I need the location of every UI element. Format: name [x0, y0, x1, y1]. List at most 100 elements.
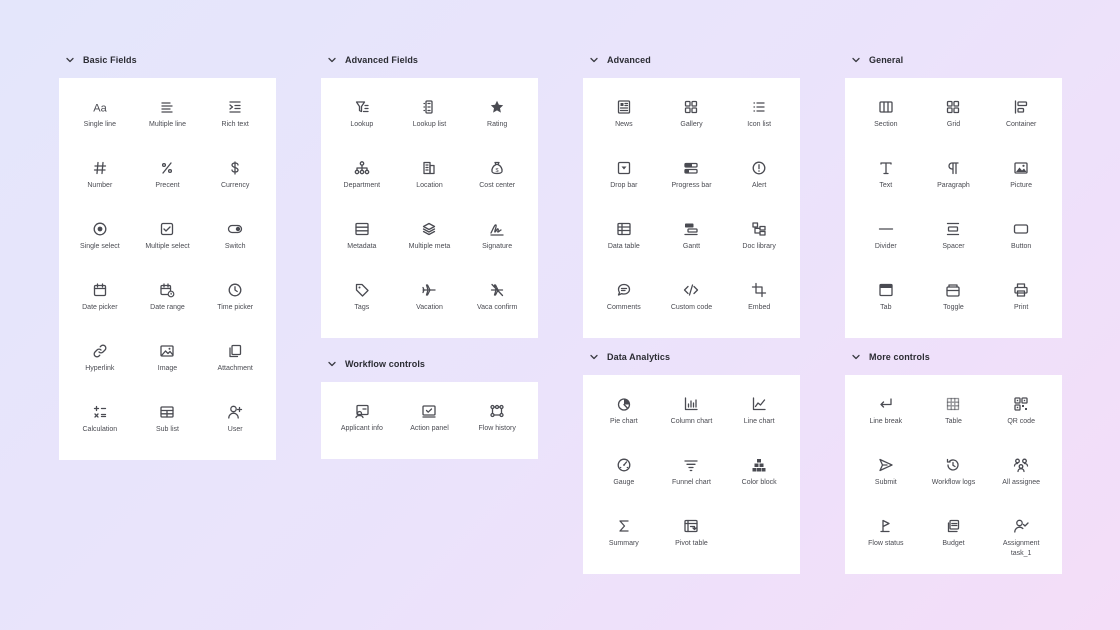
- group-title: Basic Fields: [83, 55, 137, 65]
- component-icon-list[interactable]: Icon list: [725, 88, 793, 149]
- chevron-down-icon[interactable]: [327, 359, 337, 369]
- component-qr-code[interactable]: QR code: [987, 385, 1055, 446]
- component-precent[interactable]: Precent: [134, 149, 202, 210]
- component-rating[interactable]: Rating: [463, 88, 531, 149]
- group-header[interactable]: Workflow controls: [327, 354, 538, 374]
- component-funnel-chart[interactable]: Funnel chart: [658, 446, 726, 507]
- component-gallery[interactable]: Gallery: [658, 88, 726, 149]
- component-multiple-select[interactable]: Multiple select: [134, 210, 202, 271]
- applicant-icon: [354, 403, 370, 419]
- component-metadata[interactable]: Metadata: [328, 210, 396, 271]
- component-number[interactable]: Number: [66, 149, 134, 210]
- star-icon: [489, 99, 505, 115]
- group-header[interactable]: More controls: [851, 347, 1062, 367]
- component-line-break[interactable]: Line break: [852, 385, 920, 446]
- component-pivot-table[interactable]: Pivot table: [658, 507, 726, 568]
- chevron-down-icon[interactable]: [589, 55, 599, 65]
- component-column-chart[interactable]: Column chart: [658, 385, 726, 446]
- component-switch[interactable]: Switch: [201, 210, 269, 271]
- component-gauge[interactable]: Gauge: [590, 446, 658, 507]
- copy-icon: [227, 343, 243, 359]
- component-flow-status[interactable]: Flow status: [852, 507, 920, 568]
- component-single-line[interactable]: Aa Single line: [66, 88, 134, 149]
- component-user[interactable]: User: [201, 393, 269, 454]
- component-applicant-info[interactable]: Applicant info: [328, 392, 396, 453]
- component-assignment-task-1[interactable]: Assignment task_1: [987, 507, 1055, 568]
- component-paragraph[interactable]: Paragraph: [920, 149, 988, 210]
- component-date-picker[interactable]: Date picker: [66, 271, 134, 332]
- component-custom-code[interactable]: Custom code: [658, 271, 726, 332]
- doc-library-icon: [751, 221, 767, 237]
- component-sub-list[interactable]: Sub list: [134, 393, 202, 454]
- component-rich-text[interactable]: Rich text: [201, 88, 269, 149]
- component-news[interactable]: News: [590, 88, 658, 149]
- action-panel-icon: [421, 403, 437, 419]
- component-action-panel[interactable]: Action panel: [396, 392, 464, 453]
- component-pie-chart[interactable]: Pie chart: [590, 385, 658, 446]
- component-doc-library[interactable]: Doc library: [725, 210, 793, 271]
- component-text[interactable]: Text: [852, 149, 920, 210]
- component-summary[interactable]: Summary: [590, 507, 658, 568]
- component-container[interactable]: Container: [987, 88, 1055, 149]
- group-header[interactable]: General: [851, 50, 1062, 70]
- component-spacer[interactable]: Spacer: [920, 210, 988, 271]
- picture-icon: [1013, 160, 1029, 176]
- component-attachment[interactable]: Attachment: [201, 332, 269, 393]
- component-all-assignee[interactable]: All assignee: [987, 446, 1055, 507]
- component-tab[interactable]: Tab: [852, 271, 920, 332]
- chevron-down-icon[interactable]: [851, 55, 861, 65]
- component-button[interactable]: Button: [987, 210, 1055, 271]
- component-picture[interactable]: Picture: [987, 149, 1055, 210]
- component-department[interactable]: Department: [328, 149, 396, 210]
- component-color-block[interactable]: Color block: [725, 446, 793, 507]
- component-toggle[interactable]: Toggle: [920, 271, 988, 332]
- component-submit[interactable]: Submit: [852, 446, 920, 507]
- component-multiple-meta[interactable]: Multiple meta: [396, 210, 464, 271]
- chevron-down-icon[interactable]: [851, 352, 861, 362]
- component-table[interactable]: Table: [920, 385, 988, 446]
- component-time-picker[interactable]: Time picker: [201, 271, 269, 332]
- component-grid[interactable]: Grid: [920, 88, 988, 149]
- chevron-down-icon[interactable]: [589, 352, 599, 362]
- component-tags[interactable]: Tags: [328, 271, 396, 332]
- component-workflow-logs[interactable]: Workflow logs: [920, 446, 988, 507]
- component-comments[interactable]: Comments: [590, 271, 658, 332]
- component-budget[interactable]: Budget: [920, 507, 988, 568]
- component-image[interactable]: Image: [134, 332, 202, 393]
- component-vacation[interactable]: Vacation: [396, 271, 464, 332]
- component-drop-bar[interactable]: Drop bar: [590, 149, 658, 210]
- group-header[interactable]: Basic Fields: [65, 50, 276, 70]
- component-vaca-confirm[interactable]: Vaca confirm: [463, 271, 531, 332]
- component-hyperlink[interactable]: Hyperlink: [66, 332, 134, 393]
- component-section[interactable]: Section: [852, 88, 920, 149]
- progress-bar-icon: [683, 160, 699, 176]
- component-location[interactable]: Location: [396, 149, 464, 210]
- component-progress-bar[interactable]: Progress bar: [658, 149, 726, 210]
- component-flow-history[interactable]: Flow history: [463, 392, 531, 453]
- chevron-down-icon[interactable]: [65, 55, 75, 65]
- component-label: Color block: [741, 479, 777, 486]
- component-single-select[interactable]: Single select: [66, 210, 134, 271]
- component-label: Button: [1011, 243, 1032, 250]
- component-signature[interactable]: Signature: [463, 210, 531, 271]
- text-t-icon: [878, 160, 894, 176]
- group-header[interactable]: Data Analytics: [589, 347, 800, 367]
- component-calculation[interactable]: Calculation: [66, 393, 134, 454]
- component-alert[interactable]: Alert: [725, 149, 793, 210]
- component-line-chart[interactable]: Line chart: [725, 385, 793, 446]
- chevron-down-icon[interactable]: [327, 55, 337, 65]
- component-gantt[interactable]: Gantt: [658, 210, 726, 271]
- component-currency[interactable]: Currency: [201, 149, 269, 210]
- component-label: Embed: [748, 304, 771, 311]
- component-print[interactable]: Print: [987, 271, 1055, 332]
- component-date-range[interactable]: Date range: [134, 271, 202, 332]
- group-header[interactable]: Advanced: [589, 50, 800, 70]
- component-divider[interactable]: Divider: [852, 210, 920, 271]
- group-header[interactable]: Advanced Fields: [327, 50, 538, 70]
- component-lookup-list[interactable]: Lookup list: [396, 88, 464, 149]
- component-cost-center[interactable]: $ Cost center: [463, 149, 531, 210]
- component-multiple-line[interactable]: Multiple line: [134, 88, 202, 149]
- component-data-table[interactable]: Data table: [590, 210, 658, 271]
- component-embed[interactable]: Embed: [725, 271, 793, 332]
- component-lookup[interactable]: Lookup: [328, 88, 396, 149]
